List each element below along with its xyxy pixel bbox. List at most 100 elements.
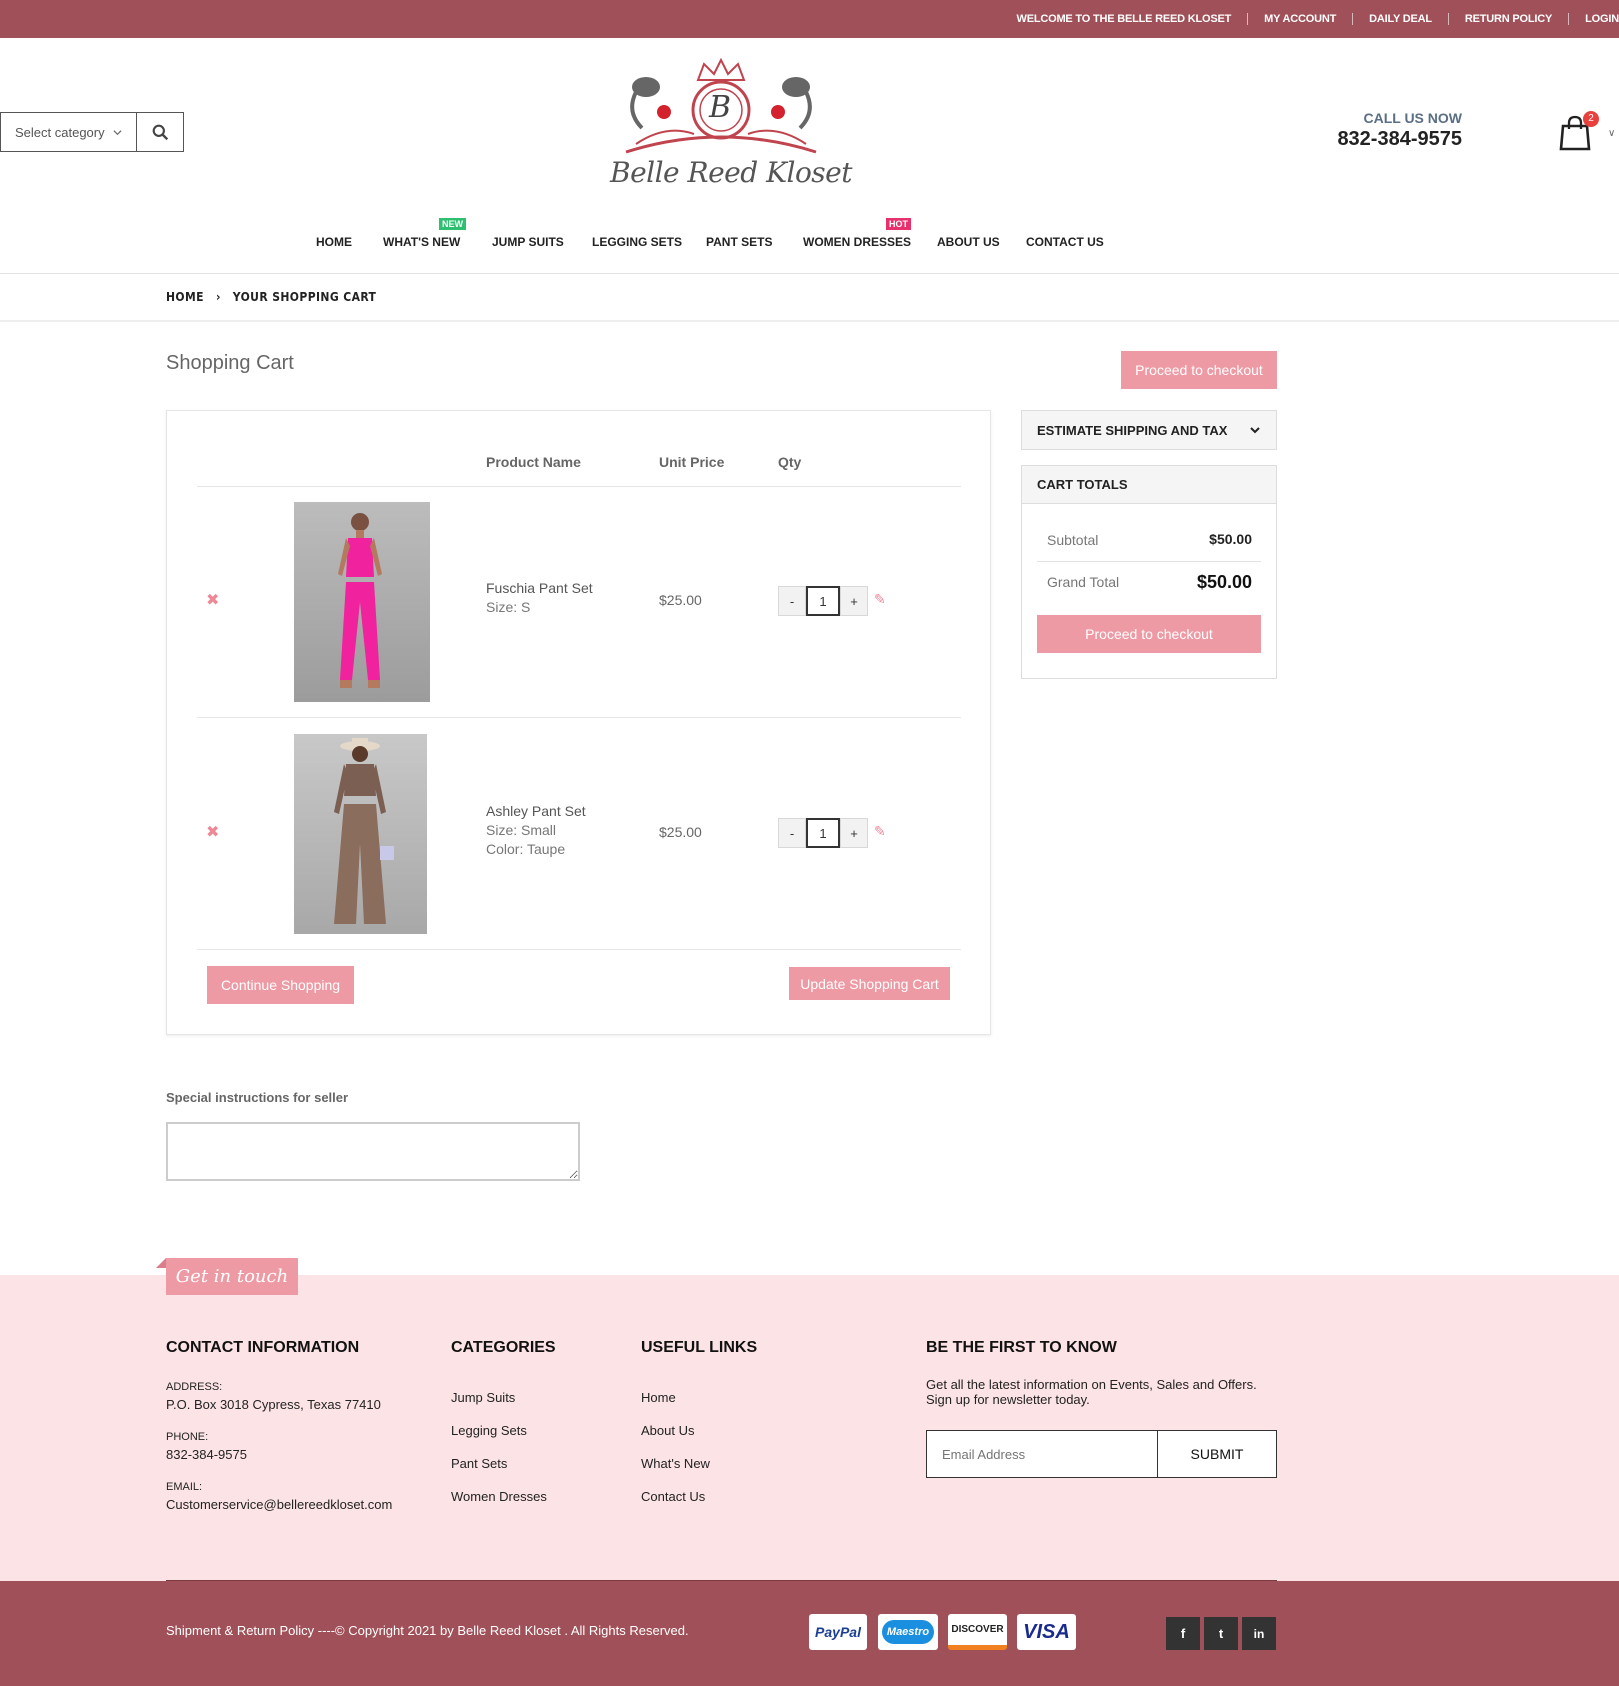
nav-about-us[interactable]: ABOUT US [937,235,1000,249]
copyright-text: Shipment & Return Policy ----© Copyright… [166,1623,689,1638]
qty-input[interactable]: 1 [806,586,840,616]
footer-link-jump-suits[interactable]: Jump Suits [451,1381,547,1414]
row-divider [197,717,961,718]
nav-women-dresses[interactable]: WOMEN DRESSES HOT [803,218,911,249]
cart-totals-title: CART TOTALS [1022,466,1276,504]
nav-whats-new-label: WHAT'S NEW [383,235,461,249]
product-image[interactable] [294,502,430,702]
product-name[interactable]: Fuschia Pant Set [486,579,593,598]
column-qty: Qty [778,454,802,470]
nav-whats-new[interactable]: WHAT'S NEW NEW [383,218,466,249]
paypal-label: PayPal [815,1624,861,1640]
column-unit-price: Unit Price [659,454,725,470]
nav-home[interactable]: HOME [316,235,352,249]
update-cart-button[interactable]: Update Shopping Cart [789,967,950,1000]
estimate-shipping-title: ESTIMATE SHIPPING AND TAX [1037,422,1228,438]
return-policy-link[interactable]: RETURN POLICY [1447,13,1568,25]
newsletter-form: SUBMIT [926,1430,1277,1478]
totals-divider [1037,561,1261,562]
breadcrumb-home[interactable]: HOME [166,290,204,304]
footer-link-pant-sets[interactable]: Pant Sets [451,1447,547,1480]
table-header-divider [197,486,961,487]
newsletter-text: Get all the latest information on Events… [926,1377,1257,1407]
footer-link-contact-us[interactable]: Contact Us [641,1480,710,1513]
chevron-down-icon[interactable]: ∨ [1608,128,1615,139]
paypal-icon: PayPal [809,1614,867,1650]
visa-icon: VISA [1017,1614,1076,1650]
subtotal-label: Subtotal [1047,532,1099,548]
logo-letter: B [709,90,732,125]
search-icon [152,124,168,140]
main-nav: HOME WHAT'S NEW NEW JUMP SUITS LEGGING S… [0,218,1619,255]
contact-info: ADDRESS: P.O. Box 3018 Cypress, Texas 77… [166,1378,392,1514]
category-select-label: Select category [15,124,105,140]
daily-deal-link[interactable]: DAILY DEAL [1352,13,1448,25]
footer-link-legging-sets[interactable]: Legging Sets [451,1414,547,1447]
grand-total-label: Grand Total [1047,574,1120,590]
useful-links-title: USEFUL LINKS [641,1339,758,1356]
product-size: Size: Small [486,822,557,838]
my-account-link[interactable]: MY ACCOUNT [1247,13,1352,25]
get-in-touch-tab: Get in touch [166,1258,298,1295]
special-instructions-input[interactable] [166,1122,580,1181]
login-link[interactable]: LOGIN [1568,13,1619,25]
quantity-stepper: - 1 + [778,586,868,616]
qty-increase-button[interactable]: + [840,586,868,616]
call-us: CALL US NOW 832-384-9575 [1337,110,1462,151]
qty-decrease-button[interactable]: - [778,586,806,616]
newsletter-email-input[interactable] [927,1431,1158,1477]
qty-increase-button[interactable]: + [840,818,868,848]
top-links: WELCOME TO THE BELLE REED KLOSET MY ACCO… [1001,0,1619,38]
nav-jump-suits[interactable]: JUMP SUITS [492,235,564,249]
footer-link-women-dresses[interactable]: Women Dresses [451,1480,547,1513]
product-photo-ashley [334,738,394,924]
breadcrumb-separator: › [215,290,221,304]
tab-fold [156,1258,166,1268]
product-name[interactable]: Ashley Pant Set [486,802,586,821]
newsletter-submit-button[interactable]: SUBMIT [1158,1431,1276,1477]
discover-label: DISCOVER [951,1624,1004,1635]
edit-pencil-icon[interactable]: ✎ [874,591,886,608]
breadcrumb-divider [0,320,1619,322]
qty-decrease-button[interactable]: - [778,818,806,848]
edit-pencil-icon[interactable]: ✎ [874,823,886,840]
product-image[interactable] [294,734,427,934]
footer-link-home[interactable]: Home [641,1381,710,1414]
cart-totals-panel: CART TOTALS Subtotal $50.00 Grand Total … [1021,465,1277,679]
estimate-shipping-header[interactable]: ESTIMATE SHIPPING AND TAX [1022,411,1276,449]
proceed-checkout-button[interactable]: Proceed to checkout [1037,615,1261,653]
hot-badge: HOT [886,218,911,230]
email-value[interactable]: Customerservice@bellereedkloset.com [166,1496,392,1514]
proceed-checkout-top-button[interactable]: Proceed to checkout [1121,351,1277,389]
chevron-down-icon [113,129,122,135]
footer-divider [166,1580,1277,1581]
category-select[interactable]: Select category [1,113,137,151]
phone-value[interactable]: 832-384-9575 [166,1446,392,1464]
page-title: Shopping Cart [166,352,294,374]
nav-pant-sets[interactable]: PANT SETS [706,235,772,249]
twitter-icon[interactable]: t [1204,1617,1238,1650]
site-logo[interactable]: B Belle Reed Kloset [606,52,853,212]
column-product-name: Product Name [486,454,581,470]
footer-link-about-us[interactable]: About Us [641,1414,710,1447]
cart-count-badge: 2 [1583,111,1599,127]
remove-item-icon[interactable]: ✖ [206,822,219,842]
linkedin-icon[interactable]: in [1242,1617,1276,1650]
remove-item-icon[interactable]: ✖ [206,590,219,610]
search-button[interactable] [137,113,183,151]
estimate-shipping-panel[interactable]: ESTIMATE SHIPPING AND TAX [1021,410,1277,450]
unit-price: $25.00 [659,592,702,608]
categories-title: CATEGORIES [451,1339,556,1356]
qty-input[interactable]: 1 [806,818,840,848]
address-value: P.O. Box 3018 Cypress, Texas 77410 [166,1397,381,1412]
chevron-down-icon [1250,427,1261,434]
discover-icon: DISCOVER [948,1614,1007,1650]
phone-number[interactable]: 832-384-9575 [1337,128,1462,151]
product-photo-fuschia [338,513,382,688]
nav-contact-us[interactable]: CONTACT US [1026,235,1104,249]
categories-list: Jump Suits Legging Sets Pant Sets Women … [451,1381,547,1513]
facebook-icon[interactable]: f [1166,1617,1200,1650]
nav-legging-sets[interactable]: LEGGING SETS [592,235,682,249]
footer-link-whats-new[interactable]: What's New [641,1447,710,1480]
continue-shopping-button[interactable]: Continue Shopping [207,966,354,1004]
